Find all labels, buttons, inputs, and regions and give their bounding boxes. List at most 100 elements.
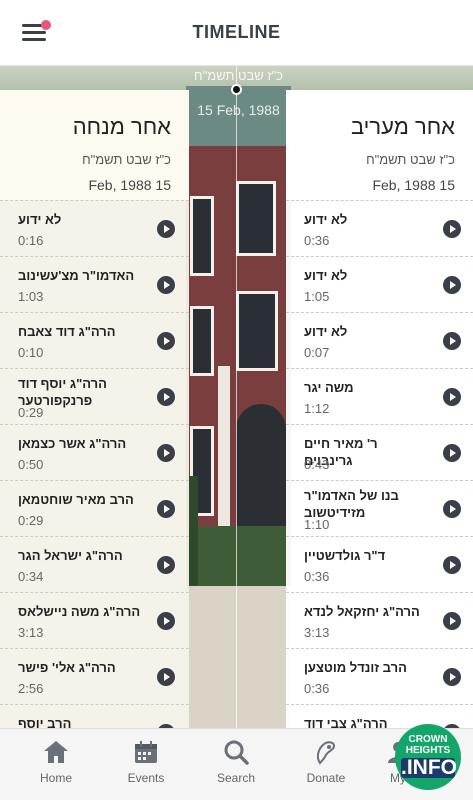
calendar-icon: [135, 741, 157, 763]
recording-item[interactable]: הרה"ג יחזקאל לנדא 3:13: [286, 592, 473, 648]
play-icon[interactable]: [443, 668, 461, 686]
play-icon[interactable]: [443, 388, 461, 406]
play-icon[interactable]: [443, 444, 461, 462]
recording-item[interactable]: לא ידוע 0:36: [286, 200, 473, 256]
play-icon[interactable]: [157, 500, 175, 518]
speaker-name: הרה"ג ישראל הגר: [18, 548, 123, 563]
tab-label: Search: [216, 771, 256, 785]
recording-item[interactable]: האדמו"ר מצ'עשינוב 1:03: [0, 256, 189, 312]
duration: 1:12: [304, 401, 330, 416]
play-icon[interactable]: [443, 612, 461, 630]
speaker-name: הרה"ג יחזקאל לנדא: [304, 604, 420, 619]
duration: 0:10: [18, 345, 44, 360]
play-icon[interactable]: [157, 276, 175, 294]
duration: 0:50: [18, 457, 44, 472]
play-icon[interactable]: [157, 388, 175, 406]
recording-item[interactable]: הרה"ג אשר כצמאן 0:50: [0, 424, 189, 480]
recording-item[interactable]: ר' מאיר חיים גרינבוים 0:43: [286, 424, 473, 480]
event-header: אחר מנחה כ"ז שבט תשמ"ח 15 Feb, 1988: [0, 90, 189, 200]
event-title: אחר מעריב: [350, 114, 455, 139]
crownheights-watermark-logo: CROWN HEIGHTS .INFO: [395, 724, 461, 790]
event-hebrew-date: כ"ז שבט תשמ"ח: [82, 152, 171, 167]
duration: 0:36: [304, 569, 330, 584]
speaker-name: הרב מאיר שוחטמאן: [18, 492, 134, 507]
event-header: אחר מעריב כ"ז שבט תשמ"ח 15 Feb, 1988: [286, 90, 473, 200]
speaker-name: ד"ר גולדשטיין: [304, 548, 386, 563]
recording-item[interactable]: הרה"ג ישראל הגר 0:34: [0, 536, 189, 592]
recording-item[interactable]: לא ידוע 0:16: [0, 200, 189, 256]
play-icon[interactable]: [157, 220, 175, 238]
home-icon: [44, 741, 68, 763]
recording-item[interactable]: בנו של האדמו"ר מזידיטשוב 1:10: [286, 480, 473, 536]
event-date: 15 Feb, 1988: [372, 177, 455, 193]
speaker-name: לא ידוע: [304, 268, 348, 283]
speaker-name: לא ידוע: [304, 212, 348, 227]
search-icon: [224, 740, 249, 765]
timeline-marker[interactable]: [231, 84, 242, 95]
tab-label: Events: [127, 771, 165, 785]
play-icon[interactable]: [157, 612, 175, 630]
recording-list: לא ידוע 0:36 לא ידוע 1:05 לא ידוע 0:07 משה …: [286, 200, 473, 760]
play-icon[interactable]: [157, 332, 175, 350]
recording-item[interactable]: הרה"ג אלי' פישר 2:56: [0, 648, 189, 704]
duration: 3:13: [18, 625, 44, 640]
speaker-name: לא ידוע: [304, 324, 348, 339]
page-title: TIMELINE: [192, 22, 281, 42]
duration: 0:36: [304, 681, 330, 696]
event-date: 15 Feb, 1988: [88, 177, 171, 193]
speaker-name: הרה"ג אשר כצמאן: [18, 436, 127, 451]
tab-search[interactable]: Search: [196, 739, 276, 785]
recording-item[interactable]: לא ידוע 0:07: [286, 312, 473, 368]
recording-item[interactable]: משה יגר 1:12: [286, 368, 473, 424]
tab-label: Home: [39, 771, 72, 785]
app-header: TIMELINE: [0, 0, 473, 66]
recording-item[interactable]: לא ידוע 1:05: [286, 256, 473, 312]
timeline-hebrew-date: כ"ז שבט תשמ"ח: [194, 68, 283, 83]
tab-donate[interactable]: Donate: [286, 739, 366, 785]
duration: 0:34: [18, 569, 44, 584]
play-icon[interactable]: [157, 444, 175, 462]
speaker-name: משה יגר: [304, 380, 354, 395]
recording-item[interactable]: הרב זונדל מוטצען 0:36: [286, 648, 473, 704]
play-icon[interactable]: [443, 500, 461, 518]
speaker-name: לא ידוע: [18, 212, 62, 227]
recording-item[interactable]: הרב מאיר שוחטמאן 0:29: [0, 480, 189, 536]
watermark-line3: .INFO: [401, 756, 457, 779]
play-icon[interactable]: [443, 556, 461, 574]
donate-icon: [316, 741, 336, 765]
duration: 1:03: [18, 289, 44, 304]
speaker-name: הרה"ג אלי' פישר: [18, 660, 116, 675]
watermark-line2: HEIGHTS: [405, 745, 451, 756]
play-icon[interactable]: [443, 220, 461, 238]
recording-item[interactable]: ד"ר גולדשטיין 0:36: [286, 536, 473, 592]
play-icon[interactable]: [157, 668, 175, 686]
duration: 1:05: [304, 289, 330, 304]
speaker-name: האדמו"ר מצ'עשינוב: [18, 268, 135, 283]
recording-item[interactable]: הרה"ג יוסף דוד פרנקפורטער 0:29: [0, 368, 189, 424]
duration: 1:10: [304, 517, 330, 532]
recording-item[interactable]: הרה"ג משה ניישלאס 3:13: [0, 592, 189, 648]
watermark-line1: CROWN: [408, 734, 448, 745]
duration: 0:29: [18, 513, 44, 528]
tab-events[interactable]: Events: [106, 739, 186, 785]
play-icon[interactable]: [157, 556, 175, 574]
recording-item[interactable]: הרה"ג דוד צאבח 0:10: [0, 312, 189, 368]
speaker-name: הרה"ג משה ניישלאס: [18, 604, 141, 619]
event-column-maariv: אחר מעריב כ"ז שבט תשמ"ח 15 Feb, 1988 לא …: [286, 90, 473, 760]
duration: 0:36: [304, 233, 330, 248]
duration: 0:29: [18, 405, 44, 420]
speaker-name: בנו של האדמו"ר מזידיטשוב: [304, 488, 399, 520]
recording-list: לא ידוע 0:16 האדמו"ר מצ'עשינוב 1:03 הרה"ג …: [0, 200, 189, 760]
timeline-line: [236, 66, 237, 730]
speaker-name: הרה"ג יוסף דוד פרנקפורטער: [18, 376, 107, 408]
event-column-mincha: אחר מנחה כ"ז שבט תשמ"ח 15 Feb, 1988 לא י…: [0, 90, 189, 760]
play-icon[interactable]: [443, 332, 461, 350]
tab-home[interactable]: Home: [16, 739, 96, 785]
speaker-name: הרה"ג דוד צאבח: [18, 324, 116, 339]
speaker-name: הרב זונדל מוטצען: [304, 660, 407, 675]
duration: 0:43: [304, 457, 330, 472]
event-hebrew-date: כ"ז שבט תשמ"ח: [366, 152, 455, 167]
event-title: אחר מנחה: [72, 114, 171, 139]
timeline-date: 15 Feb, 1988: [197, 102, 280, 118]
play-icon[interactable]: [443, 276, 461, 294]
